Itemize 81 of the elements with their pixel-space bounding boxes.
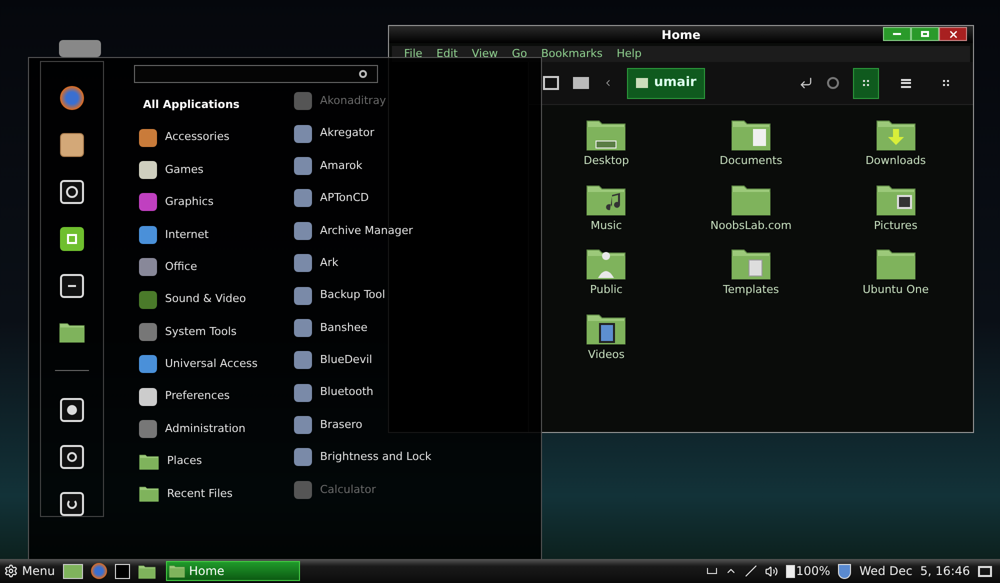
app-icon — [139, 355, 157, 374]
folder-label[interactable]: Templates — [723, 282, 779, 298]
app-icon — [294, 416, 312, 434]
folder-label[interactable]: Videos — [588, 346, 625, 363]
category-item[interactable]: Accessories — [134, 121, 294, 154]
app-icon — [139, 258, 157, 276]
app-icon — [139, 193, 157, 212]
folder-icon — [139, 452, 159, 470]
menu-bar-item[interactable]: Bookmarks — [541, 46, 603, 62]
app-icon — [294, 286, 312, 305]
app-icon — [139, 290, 157, 309]
clock[interactable]: Wed Dec 5, 16:46 — [859, 562, 970, 580]
folder-label[interactable]: Public — [590, 282, 623, 298]
application-item[interactable]: Ark — [294, 246, 484, 280]
folder-icon — [138, 564, 156, 578]
app-icon — [294, 222, 312, 240]
browser-icon[interactable] — [90, 563, 107, 579]
search-field[interactable] — [134, 65, 378, 83]
gear-icon — [4, 564, 18, 578]
application-item[interactable]: Brasero — [294, 408, 484, 442]
location-button[interactable]: umair — [627, 68, 706, 98]
close-icon — [948, 28, 958, 40]
browser-icon[interactable] — [60, 86, 84, 110]
app-icon — [139, 388, 157, 406]
app-icon — [294, 448, 312, 466]
folder-label[interactable]: Ubuntu One — [862, 282, 929, 298]
application-item[interactable]: Akregator — [294, 117, 484, 150]
category-item[interactable]: Graphics — [134, 186, 294, 219]
application-item[interactable]: Backup Tool — [294, 279, 484, 312]
app-icon — [139, 322, 157, 341]
menu-button[interactable]: Menu — [4, 562, 55, 580]
window-title: Home — [662, 26, 700, 44]
app-icon — [139, 128, 157, 147]
folder-label[interactable]: Downloads — [865, 153, 926, 170]
app-icon — [294, 92, 312, 110]
shield-icon[interactable] — [838, 564, 852, 578]
category-item[interactable]: Universal Access — [134, 348, 294, 381]
maximize-button[interactable] — [911, 27, 939, 41]
app-icon — [294, 480, 312, 499]
application-item[interactable]: Brightness and Lock — [294, 441, 484, 474]
folder-label[interactable]: Documents — [720, 153, 782, 170]
app-icon — [294, 156, 312, 175]
category-item[interactable]: Administration — [134, 412, 294, 446]
minimize-button[interactable] — [883, 27, 911, 41]
app-icon — [294, 351, 312, 370]
application-item[interactable]: Amarok — [294, 150, 484, 182]
application-item[interactable]: BlueDevil — [294, 344, 484, 377]
category-item[interactable]: All Applications — [134, 89, 294, 122]
category-item[interactable]: Places — [134, 445, 294, 478]
menu-bar-item[interactable]: Help — [616, 46, 642, 62]
folder-icon — [59, 321, 85, 343]
app-icon — [294, 189, 312, 208]
category-item[interactable]: Games — [134, 154, 294, 186]
application-item[interactable]: Archive Manager — [294, 214, 484, 247]
app-icon — [139, 226, 157, 244]
application-item[interactable]: Banshee — [294, 312, 484, 344]
application-item[interactable]: Bluetooth — [294, 376, 484, 409]
app-icon — [294, 384, 312, 402]
folder-icon — [168, 564, 185, 578]
category-item[interactable]: Office — [134, 250, 294, 284]
application-item[interactable]: APTonCD — [294, 182, 484, 215]
category-item[interactable]: System Tools — [134, 316, 294, 348]
category-item[interactable]: Recent Files — [134, 478, 294, 510]
category-item[interactable]: Sound & Video — [134, 283, 294, 316]
folder-label[interactable]: NoobsLab.com — [710, 218, 792, 234]
volume-icon[interactable] — [765, 564, 778, 578]
folder-icon — [139, 485, 159, 502]
app-icon — [139, 160, 157, 179]
task-button[interactable]: Home — [166, 561, 300, 581]
folder-label[interactable]: Pictures — [874, 218, 918, 234]
app-icon — [294, 124, 312, 143]
category-item[interactable]: Preferences — [134, 380, 294, 413]
battery-level: 100% — [796, 563, 830, 580]
app-icon — [139, 420, 157, 438]
app-icon — [294, 254, 312, 272]
folder-label[interactable]: Music — [590, 218, 622, 234]
folder-label[interactable]: Desktop — [584, 153, 630, 170]
return-arrow-icon[interactable] — [799, 76, 813, 90]
close-button[interactable] — [939, 27, 967, 41]
category-item[interactable]: Internet — [134, 218, 294, 251]
app-icon — [294, 318, 312, 337]
